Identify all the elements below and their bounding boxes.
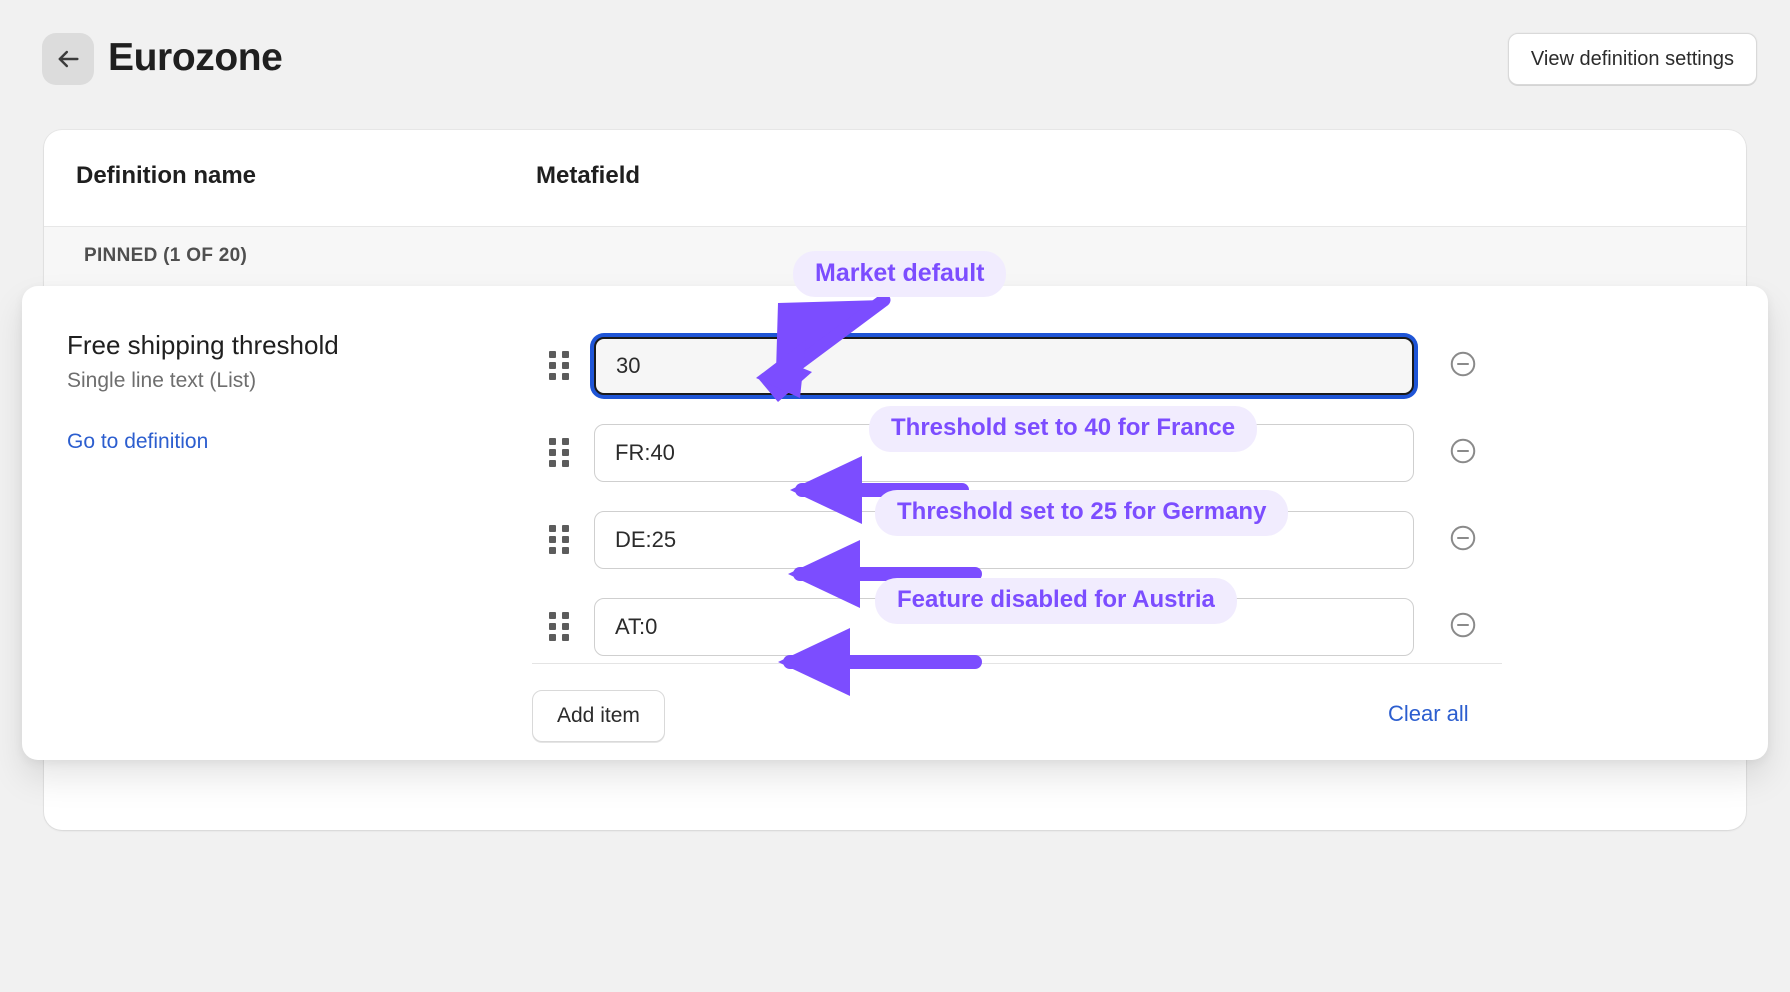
app-window: Eurozone View definition settings Defini…	[0, 0, 1790, 992]
footer-divider	[532, 663, 1502, 664]
drag-handle-icon[interactable]	[548, 438, 570, 468]
column-header-metafield: Metafield	[536, 162, 641, 189]
minus-circle-icon	[1448, 349, 1478, 382]
annotation-germany: Threshold set to 25 for Germany	[875, 490, 1289, 536]
add-item-button[interactable]: Add item	[532, 690, 665, 742]
column-header-definition-name: Definition name	[76, 162, 257, 189]
drag-handle-icon[interactable]	[548, 351, 570, 381]
arrow-left-icon	[54, 45, 82, 73]
minus-circle-icon	[1448, 610, 1478, 643]
annotation-france: Threshold set to 40 for France	[869, 406, 1258, 452]
value-row: 30	[22, 322, 1768, 409]
back-button[interactable]	[42, 33, 94, 85]
annotation-market-default: Market default	[793, 251, 1007, 297]
page-title: Eurozone	[108, 36, 283, 79]
drag-handle-icon[interactable]	[548, 612, 570, 642]
minus-circle-icon	[1448, 436, 1478, 469]
annotation-austria: Feature disabled for Austria	[875, 578, 1237, 624]
pinned-group-label: PINNED (1 OF 20)	[84, 245, 248, 266]
value-input-wrapper: 30	[594, 336, 1414, 395]
remove-value-button[interactable]	[1446, 523, 1480, 557]
table-header-row: Definition name Metafield	[44, 130, 1746, 227]
page-header: Eurozone View definition settings	[0, 0, 1790, 120]
clear-all-link[interactable]: Clear all	[1388, 701, 1469, 727]
drag-handle-icon[interactable]	[548, 525, 570, 555]
remove-value-button[interactable]	[1446, 349, 1480, 383]
remove-value-button[interactable]	[1446, 610, 1480, 644]
minus-circle-icon	[1448, 523, 1478, 556]
view-definition-settings-button[interactable]: View definition settings	[1507, 33, 1757, 85]
remove-value-button[interactable]	[1446, 436, 1480, 470]
value-input[interactable]: 30	[594, 336, 1414, 395]
